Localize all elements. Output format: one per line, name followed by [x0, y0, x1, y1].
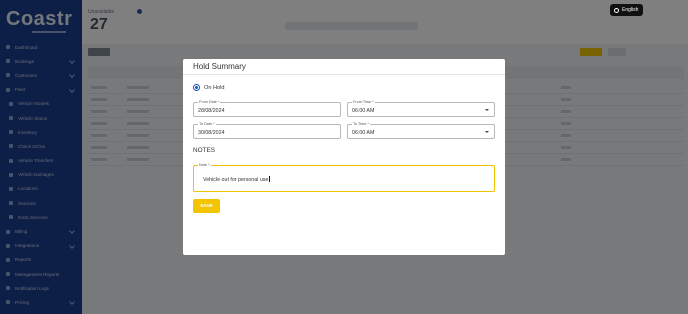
hold-summary-dialog: Hold Summary On Hold From Date * 28/08/2… [183, 59, 505, 255]
radio-button[interactable] [193, 84, 200, 91]
language-button[interactable]: English [610, 4, 643, 16]
radio-label: On Hold [204, 84, 225, 91]
to-time-select[interactable]: To Time * 06:00 AM [347, 122, 495, 139]
dialog-header: Hold Summary [183, 59, 505, 75]
dropdown-arrow-icon [485, 131, 489, 133]
dialog-title: Hold Summary [193, 62, 246, 71]
to-date-label: To Date * [198, 122, 216, 127]
note-text: Vehicle out for personal use [203, 177, 269, 183]
from-time-value: 06:00 AM [352, 107, 375, 114]
from-time-select[interactable]: From Time * 06:00 AM [347, 100, 495, 117]
from-date-value: 28/08/2024 [198, 107, 225, 114]
from-date-field[interactable]: From Date * 28/08/2024 [193, 100, 341, 117]
note-textarea[interactable]: Note * Vehicle out for personal use [193, 162, 495, 192]
note-label: Note * [198, 162, 211, 168]
on-hold-radio-option[interactable]: On Hold [193, 84, 225, 91]
to-time-label: To Time * [352, 122, 370, 127]
to-date-field[interactable]: To Date * 30/08/2024 [193, 122, 341, 139]
dropdown-arrow-icon [485, 109, 489, 111]
from-time-label: From Time * [352, 100, 375, 105]
to-date-value: 30/08/2024 [198, 129, 225, 136]
to-time-value: 06:00 AM [352, 129, 375, 136]
from-date-label: From Date * [198, 100, 221, 105]
save-button[interactable]: SAVE [193, 199, 220, 213]
language-label: English [622, 7, 639, 13]
text-cursor [268, 176, 270, 182]
notes-heading: NOTES [193, 147, 216, 154]
radio-selected-dot [194, 85, 199, 90]
globe-icon [614, 7, 619, 13]
note-value: Vehicle out for personal use [203, 176, 270, 183]
